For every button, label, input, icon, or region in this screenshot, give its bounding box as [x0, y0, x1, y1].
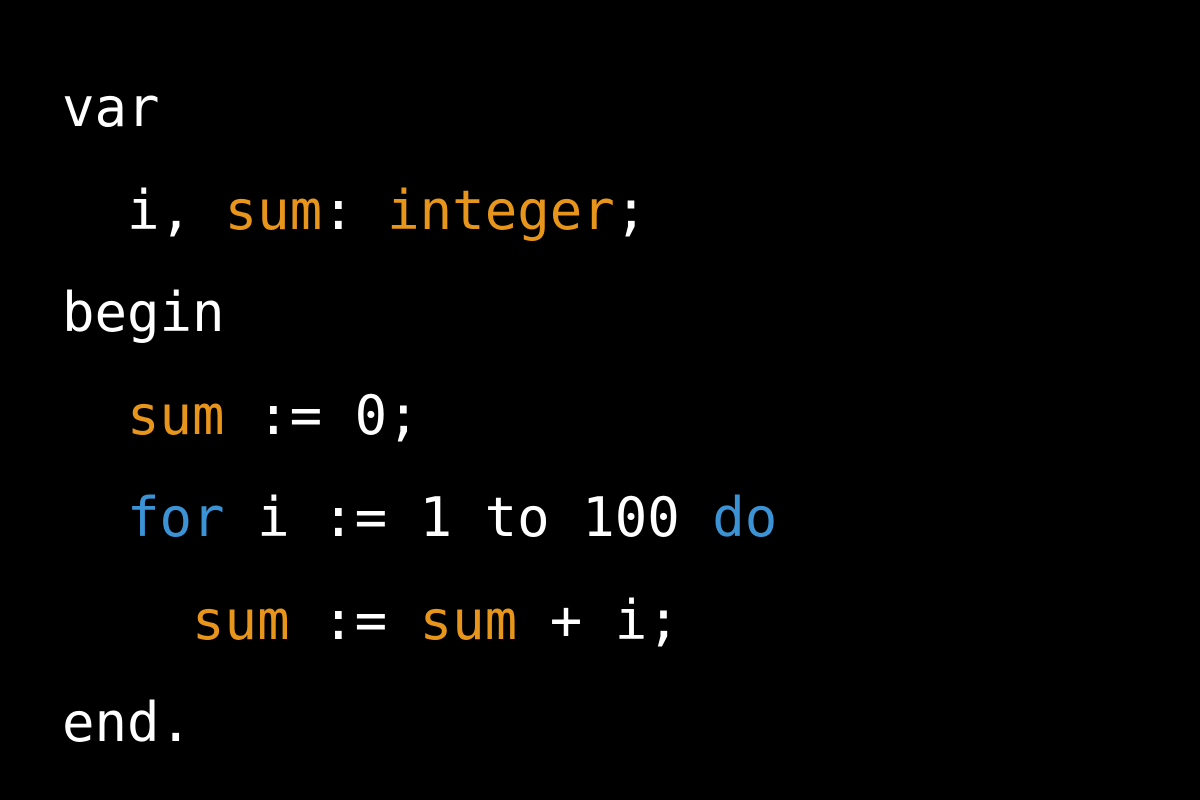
- code-line: for i := 1 to 100 do: [62, 467, 777, 570]
- code-token-plain: :: [322, 178, 388, 242]
- code-line: sum := 0;: [62, 365, 777, 468]
- code-token-keyword: do: [712, 486, 778, 549]
- code-line: end.: [62, 672, 777, 775]
- code-token-plain: begin: [62, 281, 225, 344]
- code-token-ident: integer: [387, 178, 615, 242]
- code-token-ident: sum: [224, 178, 323, 242]
- code-token-plain: i,: [127, 178, 225, 242]
- code-token-plain: i := 1 to 100: [224, 486, 713, 549]
- code-token-ident: sum: [419, 588, 518, 652]
- code-token-ident: sum: [127, 383, 225, 447]
- code-token-plain: := 0;: [224, 383, 420, 447]
- code-token-plain: var: [62, 76, 160, 139]
- code-line: begin: [62, 262, 777, 365]
- code-token-keyword: for: [127, 486, 225, 549]
- code-token-plain: end.: [62, 691, 193, 754]
- code-token-plain: :=: [289, 588, 420, 652]
- code-line: i, sum: integer;: [62, 160, 777, 263]
- code-token-plain: + i;: [517, 588, 680, 652]
- code-token-ident: sum: [192, 588, 290, 652]
- code-block: var i, sum: integer; begin sum := 0; for …: [62, 57, 777, 775]
- code-line: var: [62, 57, 777, 160]
- code-line: sum := sum + i;: [62, 570, 777, 673]
- code-token-plain: ;: [614, 178, 648, 242]
